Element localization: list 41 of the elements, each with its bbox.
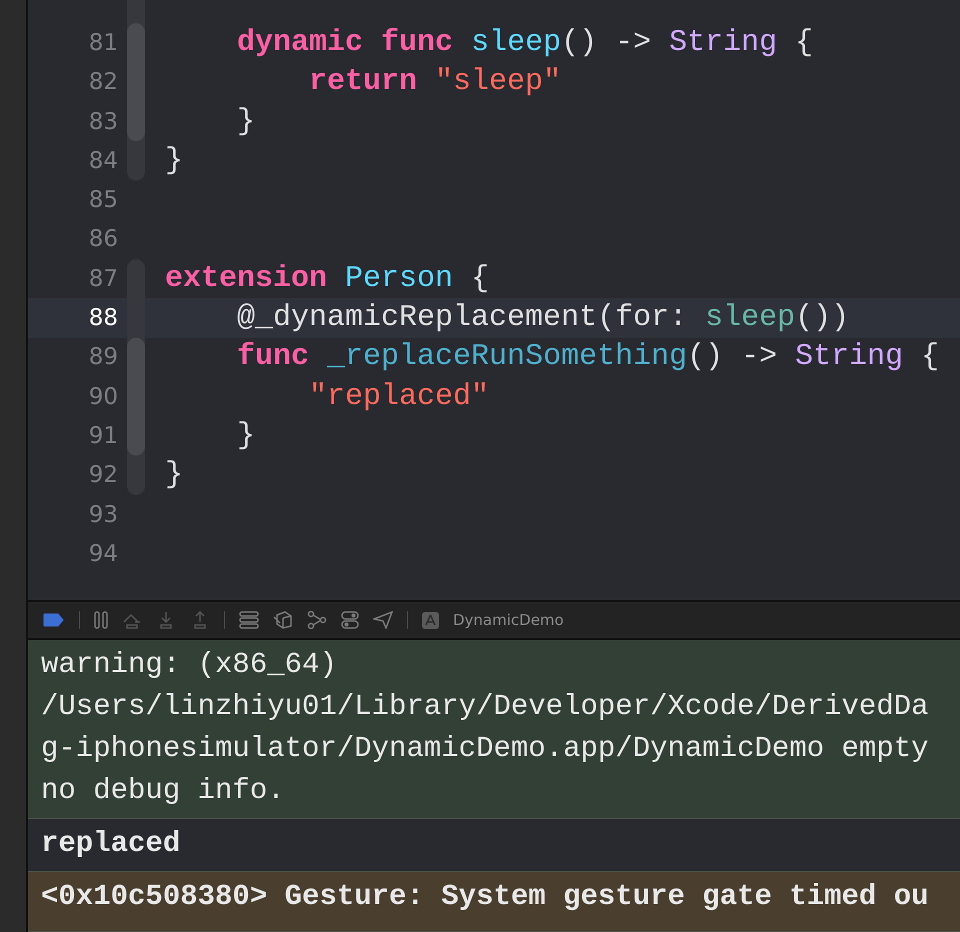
pause-icon[interactable] <box>94 611 108 629</box>
view-hierarchy-icon[interactable] <box>239 611 259 629</box>
target-name[interactable]: DynamicDemo <box>453 611 564 629</box>
console-line: replaced <box>41 826 182 862</box>
line-number: 85 <box>88 187 118 214</box>
line-number: 89 <box>88 344 118 370</box>
toggles-icon[interactable] <box>341 611 359 629</box>
line-number: 94 <box>88 540 118 567</box>
code-line: } <box>236 418 256 453</box>
code-line: extension Person { <box>165 262 490 296</box>
code-line: } <box>165 458 184 492</box>
step-over-icon[interactable] <box>122 611 142 629</box>
line-number: 93 <box>88 502 118 528</box>
code-line: } <box>165 144 184 178</box>
location-arrow-icon[interactable] <box>373 611 393 629</box>
line-number: 90 <box>88 384 118 410</box>
console-line: warning: (x86_64) <box>41 647 338 683</box>
code-line: "replaced" <box>308 380 490 414</box>
line-number: 92 <box>88 462 118 488</box>
console-line: /Users/linzhiyu01/Library/Developer/Xcode/DerivedDa <box>41 689 930 725</box>
line-number: 81 <box>88 30 118 56</box>
line-number: 82 <box>88 69 118 96</box>
console-line: <0x10c508380> Gesture: System gesture gate timed ou <box>41 879 930 915</box>
code-line: func _replaceRunSomething() -> String { <box>236 340 940 374</box>
code-line: return "sleep" <box>308 65 562 100</box>
code-line: dynamic func sleep() -> String { <box>236 26 814 60</box>
line-number: 91 <box>88 422 118 449</box>
line-number: 86 <box>88 226 118 252</box>
memory-graph-icon[interactable] <box>273 611 293 629</box>
code-line: @_dynamicReplacement(for: sleep()) <box>236 301 850 336</box>
console-line: g-iphonesimulator/DynamicDemo.app/DynamicDemo empty <box>41 731 930 767</box>
line-number: 88 <box>88 305 118 332</box>
line-number: 83 <box>88 108 118 135</box>
breakpoint-icon[interactable] <box>43 613 65 627</box>
console-line: no debug info. <box>41 773 286 809</box>
code-editor[interactable] <box>28 0 960 600</box>
line-number: 84 <box>88 148 118 174</box>
line-number: 87 <box>88 266 118 292</box>
code-line: } <box>236 104 256 139</box>
app-icon <box>422 612 439 628</box>
nodes-icon[interactable] <box>307 611 327 629</box>
